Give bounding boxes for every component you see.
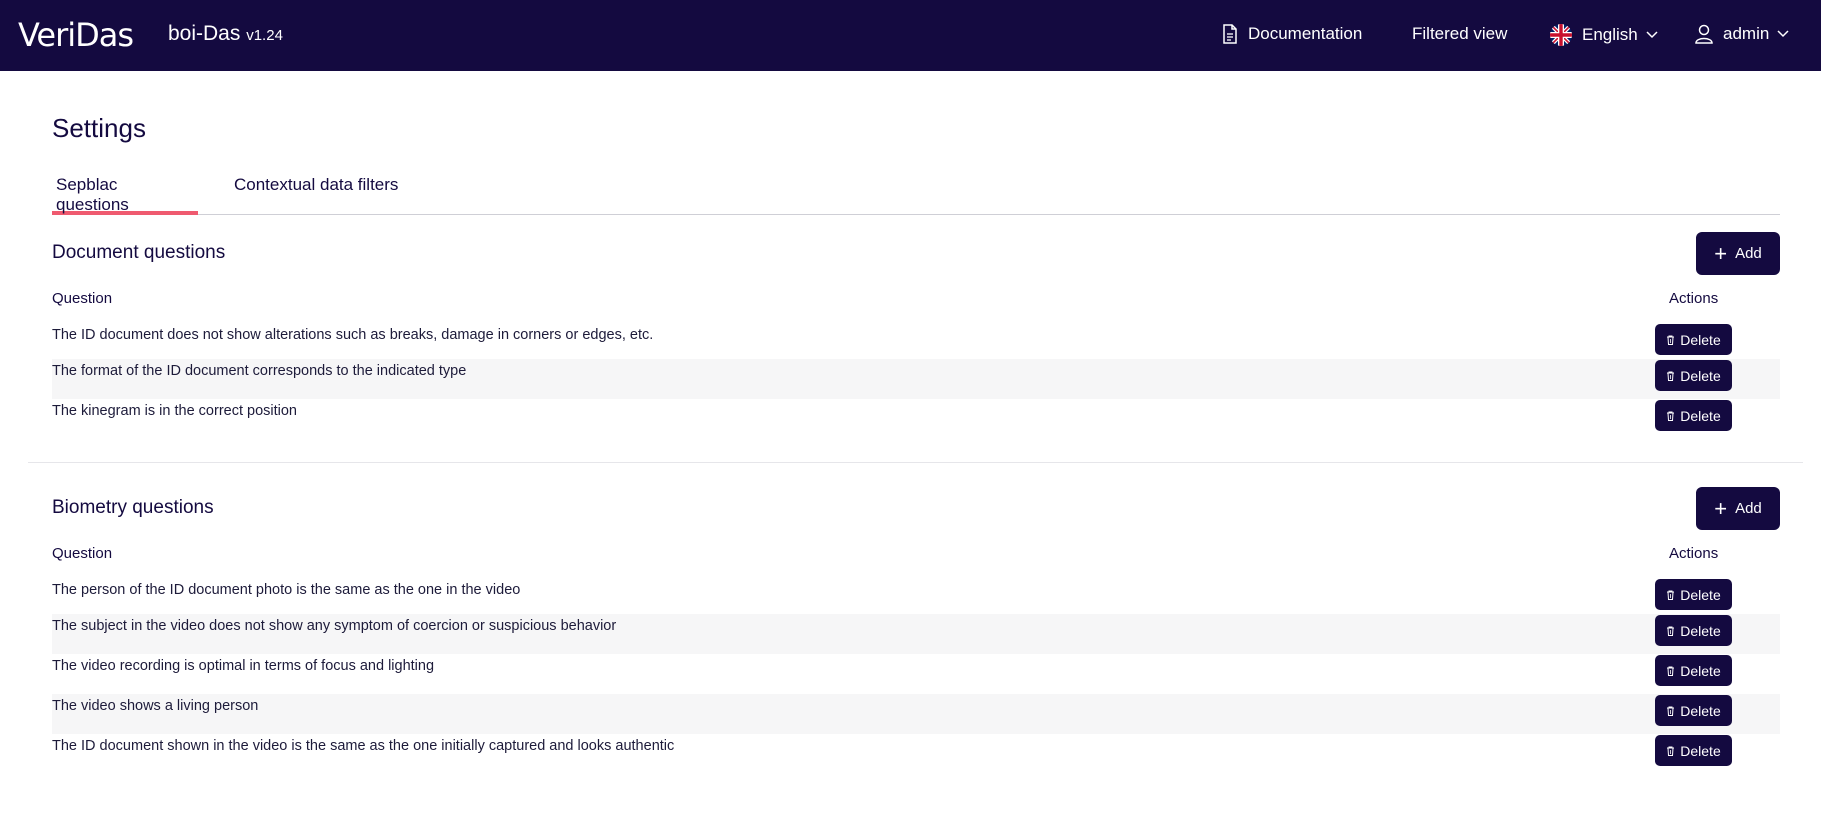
question-text: The subject in the video does not show a…	[52, 618, 617, 634]
delete-button[interactable]: Delete	[1655, 360, 1732, 391]
plus-icon: +	[1714, 495, 1728, 521]
add-document-question-button[interactable]: + Add	[1696, 232, 1780, 275]
delete-label: Delete	[1680, 662, 1721, 679]
page-title: Settings	[52, 113, 146, 143]
chevron-down-icon	[1777, 30, 1789, 38]
section-divider	[28, 462, 1803, 463]
documentation-label: Documentation	[1248, 24, 1363, 43]
column-header-actions: Actions	[1669, 545, 1719, 562]
delete-label: Delete	[1680, 367, 1721, 384]
app-title: boi-Das v1.24	[168, 22, 283, 46]
delete-button[interactable]: Delete	[1655, 615, 1732, 646]
column-header-question: Question	[52, 290, 113, 307]
plus-icon: +	[1714, 240, 1728, 266]
delete-button[interactable]: Delete	[1655, 400, 1732, 431]
delete-button[interactable]: Delete	[1655, 695, 1732, 726]
table-row: The person of the ID document photo is t…	[52, 578, 1780, 618]
documentation-link[interactable]: Documentation	[1222, 24, 1362, 44]
filtered-view-label: Filtered view	[1412, 24, 1508, 43]
trash-icon	[1667, 590, 1675, 600]
filtered-view-link[interactable]: Filtered view	[1412, 24, 1507, 44]
user-menu[interactable]: admin	[1695, 24, 1789, 44]
uk-flag-icon	[1550, 24, 1572, 46]
question-text: The video shows a living person	[52, 698, 259, 714]
add-label: Add	[1735, 245, 1762, 262]
table-row: The video shows a living person Delete	[52, 694, 1780, 734]
table-row: The ID document shown in the video is th…	[52, 734, 1780, 774]
document-questions-title: Document questions	[52, 242, 226, 263]
language-label: English	[1582, 25, 1638, 44]
trash-icon	[1667, 335, 1675, 345]
table-row: The format of the ID document correspond…	[52, 359, 1780, 399]
delete-label: Delete	[1680, 622, 1721, 639]
question-text: The kinegram is in the correct position	[52, 403, 297, 419]
top-navigation-bar: VeriDas boi-Das v1.24 Documentation Filt…	[0, 0, 1821, 71]
delete-label: Delete	[1680, 586, 1721, 603]
language-selector[interactable]: English	[1550, 24, 1658, 46]
question-text: The person of the ID document photo is t…	[52, 582, 521, 598]
question-text: The ID document shown in the video is th…	[52, 738, 675, 754]
settings-tabs: Sepblac questions Contextual data filter…	[52, 171, 1780, 215]
tab-contextual-data-filters[interactable]: Contextual data filters	[230, 171, 402, 215]
document-icon	[1223, 24, 1237, 44]
trash-icon	[1667, 626, 1675, 636]
delete-button[interactable]: Delete	[1655, 324, 1732, 355]
delete-label: Delete	[1680, 702, 1721, 719]
question-text: The ID document does not show alteration…	[52, 327, 654, 343]
column-header-question: Question	[52, 545, 113, 562]
user-icon	[1695, 24, 1713, 44]
app-name: boi-Das	[168, 22, 241, 45]
column-header-actions: Actions	[1669, 290, 1719, 307]
tab-sepblac-questions[interactable]: Sepblac questions	[52, 171, 198, 215]
delete-button[interactable]: Delete	[1655, 655, 1732, 686]
trash-icon	[1667, 371, 1675, 381]
biometry-questions-title: Biometry questions	[52, 497, 214, 518]
app-version: v1.24	[246, 27, 283, 44]
delete-label: Delete	[1680, 742, 1721, 759]
trash-icon	[1667, 666, 1675, 676]
logo[interactable]: VeriDas	[18, 16, 134, 54]
delete-label: Delete	[1680, 331, 1721, 348]
user-label: admin	[1723, 24, 1770, 43]
add-label: Add	[1735, 500, 1762, 517]
add-biometry-question-button[interactable]: + Add	[1696, 487, 1780, 530]
table-row: The ID document does not show alteration…	[52, 323, 1780, 363]
delete-button[interactable]: Delete	[1655, 579, 1732, 610]
delete-button[interactable]: Delete	[1655, 735, 1732, 766]
table-row: The kinegram is in the correct position …	[52, 399, 1780, 439]
delete-label: Delete	[1680, 407, 1721, 424]
table-row: The video recording is optimal in terms …	[52, 654, 1780, 694]
question-text: The video recording is optimal in terms …	[52, 658, 435, 674]
chevron-down-icon	[1646, 31, 1658, 39]
question-text: The format of the ID document correspond…	[52, 363, 467, 379]
table-row: The subject in the video does not show a…	[52, 614, 1780, 654]
trash-icon	[1667, 706, 1675, 716]
trash-icon	[1667, 411, 1675, 421]
trash-icon	[1667, 746, 1675, 756]
